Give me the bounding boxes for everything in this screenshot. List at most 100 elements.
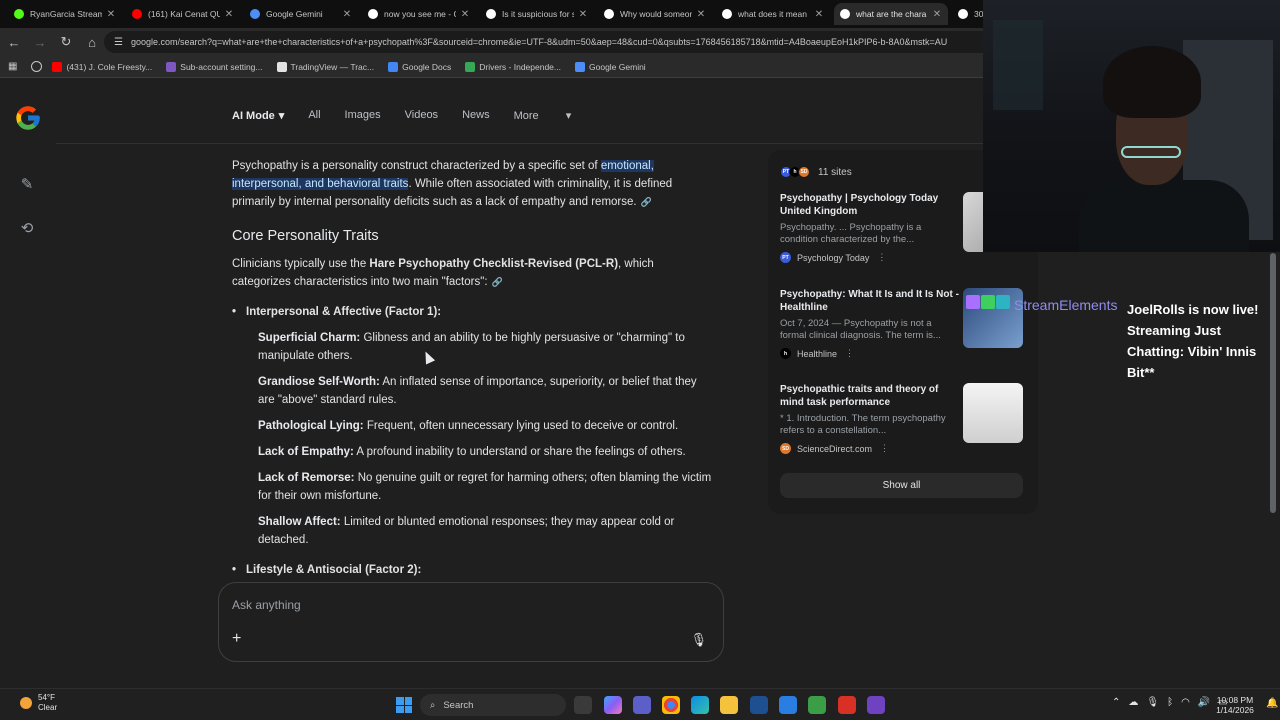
source-card[interactable]: Psychopathic traits and theory of mind t…: [780, 383, 1036, 454]
clock[interactable]: 10:08 PM 1/14/2026: [1210, 695, 1260, 715]
outlook-icon[interactable]: [779, 696, 797, 714]
teams-icon[interactable]: [633, 696, 651, 714]
bookmark-item[interactable]: Drivers - Independe...: [465, 61, 561, 72]
source-title[interactable]: Psychopathy | Psychology Today United Ki…: [780, 192, 960, 218]
close-tab-icon[interactable]: ✕: [578, 9, 588, 20]
tab-label: (161) Kai Cenat QU: [148, 9, 220, 19]
close-tab-icon[interactable]: ✕: [932, 9, 942, 20]
tab-label: what does it mean: [738, 9, 807, 19]
trait-name: Superficial Charm:: [258, 332, 361, 344]
more-options-icon[interactable]: ⋮: [880, 443, 889, 454]
plus-icon[interactable]: +: [232, 630, 241, 648]
tab-videos[interactable]: Videos: [405, 109, 438, 122]
browser-tab[interactable]: Google Gemini ✕: [244, 3, 358, 25]
notification-bell-icon[interactable]: 🔔: [1266, 698, 1278, 709]
factor-2-heading: Lifestyle & Antisocial (Factor 2):: [232, 561, 712, 579]
history-icon[interactable]: ⟲: [16, 219, 38, 241]
task-view-icon[interactable]: [574, 696, 592, 714]
microphone-icon[interactable]: 🎙: [690, 632, 707, 648]
obs-icon[interactable]: [867, 696, 885, 714]
new-chat-icon[interactable]: ✎: [16, 175, 38, 197]
source-title[interactable]: Psychopathy: What It Is and It Is Not - …: [780, 288, 960, 314]
ask-box[interactable]: Ask anything + 🎙: [218, 582, 724, 662]
volume-icon[interactable]: 🔊: [1198, 697, 1210, 708]
gemini-icon: [250, 9, 260, 19]
bookmark-item[interactable]: Google Gemini: [575, 61, 646, 72]
reload-button[interactable]: ↻: [54, 30, 78, 54]
google-icon: [722, 9, 732, 19]
browser-tab[interactable]: what does it mean ✕: [716, 3, 830, 25]
ask-input[interactable]: Ask anything: [232, 598, 301, 612]
trait-description: A profound inability to understand or sh…: [353, 446, 686, 458]
google-bookmark-icon[interactable]: [31, 61, 43, 72]
close-tab-icon[interactable]: ✕: [106, 9, 116, 20]
source-title[interactable]: Psychopathic traits and theory of mind t…: [780, 383, 960, 409]
wifi-icon[interactable]: ◠: [1181, 697, 1190, 708]
edge-icon[interactable]: [691, 696, 709, 714]
apps-icon[interactable]: ▦: [8, 61, 17, 72]
google-logo-icon[interactable]: [14, 104, 42, 132]
trait-name: Grandiose Self-Worth:: [258, 376, 380, 388]
browser-tab[interactable]: (161) Kai Cenat QU ✕: [126, 3, 240, 25]
tab-images[interactable]: Images: [345, 109, 381, 122]
bluetooth-icon[interactable]: ᛒ: [1167, 697, 1173, 708]
app-icon[interactable]: [838, 696, 856, 714]
tab-news[interactable]: News: [462, 109, 490, 122]
more-options-icon[interactable]: ⋮: [845, 348, 854, 359]
url-text: google.com/search?q=what+are+the+charact…: [130, 37, 948, 47]
file-explorer-icon[interactable]: [720, 696, 738, 714]
close-tab-icon[interactable]: ✕: [342, 9, 352, 20]
close-tab-icon[interactable]: ✕: [460, 9, 470, 20]
bookmark-label: (431) J. Cole Freesty...: [66, 61, 153, 72]
chevron-up-icon[interactable]: ⌃: [1112, 697, 1120, 708]
bookmark-item[interactable]: TradingView — Trac...: [276, 61, 374, 72]
close-tab-icon[interactable]: ✕: [696, 9, 706, 20]
store-icon[interactable]: [750, 696, 768, 714]
trait-name: Shallow Affect:: [258, 516, 341, 528]
tab-label: Why would someon: [620, 9, 692, 19]
taskbar-search[interactable]: ⌕ Search: [420, 694, 566, 716]
microphone-tray-icon[interactable]: 🎙: [1146, 697, 1159, 708]
link-icon[interactable]: 🔗: [492, 277, 503, 287]
scrollbar[interactable]: [1270, 253, 1276, 513]
bookmark-item[interactable]: Google Docs: [388, 61, 451, 72]
account-icon: [166, 61, 177, 72]
home-button[interactable]: ⌂: [80, 30, 104, 54]
forward-button[interactable]: →: [28, 30, 52, 54]
browser-tab[interactable]: Why would someon ✕: [598, 3, 712, 25]
close-tab-icon[interactable]: ✕: [224, 9, 234, 20]
factor-list: Interpersonal & Affective (Factor 1): Su…: [232, 303, 712, 579]
link-icon[interactable]: 🔗: [641, 197, 652, 207]
site-favicon-icon: h: [780, 348, 791, 359]
chrome-icon[interactable]: [662, 696, 680, 714]
back-button[interactable]: ←: [2, 30, 26, 54]
xbox-icon[interactable]: [808, 696, 826, 714]
tab-ai-mode[interactable]: AI Mode ▾: [232, 109, 284, 122]
p2-text: Clinicians typically use the: [232, 258, 370, 270]
google-icon: [604, 9, 614, 19]
bookmark-item[interactable]: Sub-account setting...: [166, 61, 263, 72]
tab-more[interactable]: More ▾: [514, 109, 572, 122]
windows-start-icon[interactable]: [396, 697, 412, 713]
sources-header[interactable]: PT h SD 11 sites: [780, 166, 852, 178]
cloud-icon[interactable]: ☁: [1128, 697, 1138, 708]
site-info-icon[interactable]: ☰: [114, 37, 123, 48]
source-thumbnail[interactable]: [963, 383, 1023, 443]
browser-tab[interactable]: RyanGarcia Stream ✕: [8, 3, 122, 25]
twitch-icon: [966, 295, 980, 309]
trait-name: Pathological Lying:: [258, 420, 364, 432]
browser-tab[interactable]: what are the chara ✕: [834, 3, 948, 25]
more-options-icon[interactable]: ⋮: [877, 252, 886, 263]
browser-tab[interactable]: Is it suspicious for s ✕: [480, 3, 594, 25]
bookmark-item[interactable]: (431) J. Cole Freesty...: [52, 61, 153, 72]
address-bar[interactable]: ☰ google.com/search?q=what+are+the+chara…: [104, 31, 1004, 53]
copilot-icon[interactable]: [604, 696, 622, 714]
weather-widget[interactable]: 54°F Clear: [20, 693, 57, 713]
browser-tab[interactable]: now you see me - C ✕: [362, 3, 476, 25]
tab-all[interactable]: All: [308, 109, 320, 122]
header-divider: [56, 143, 986, 144]
taskbar-search-label: Search: [443, 699, 474, 711]
trait-item: Shallow Affect: Limited or blunted emoti…: [232, 513, 712, 549]
close-tab-icon[interactable]: ✕: [814, 9, 824, 20]
show-all-button[interactable]: Show all: [780, 473, 1023, 498]
